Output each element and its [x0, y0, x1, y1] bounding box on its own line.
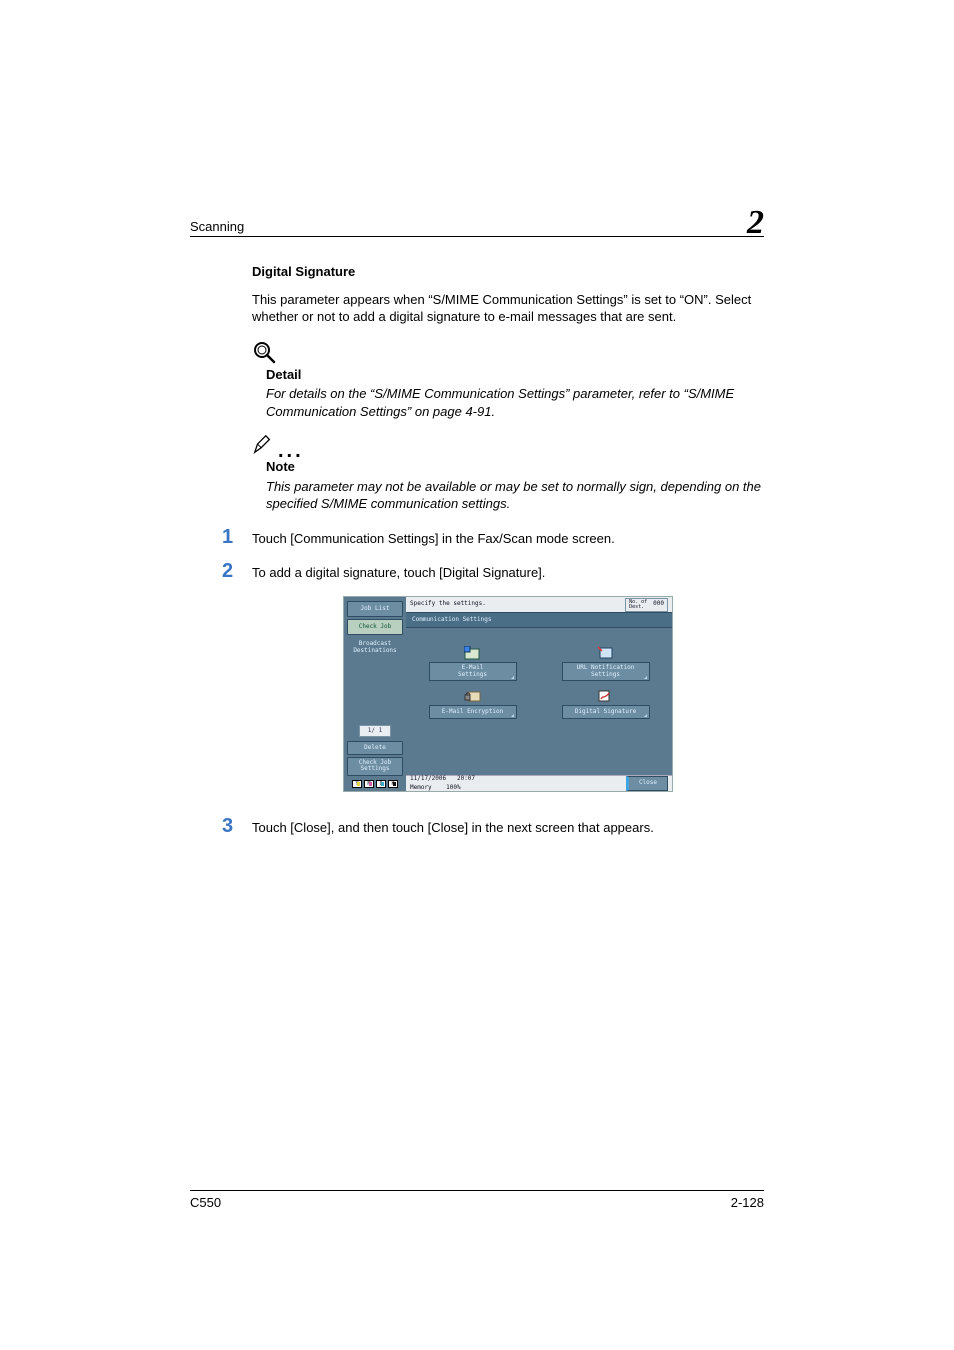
delete-button[interactable]: Delete	[347, 741, 403, 755]
panel-subtitle: Communication Settings	[406, 612, 672, 628]
model-name: C550	[190, 1195, 221, 1210]
toner-y-icon: Y	[352, 780, 362, 788]
note-body: This parameter may not be available or m…	[252, 478, 764, 513]
toner-m-icon: M	[364, 780, 374, 788]
url-notification-option: URL Notification Settings	[549, 646, 662, 681]
detail-callout: Detail For details on the “S/MIME Commun…	[252, 340, 764, 421]
section-name: Scanning	[190, 219, 244, 234]
digital-signature-icon	[597, 689, 615, 703]
job-list-button[interactable]: Job List	[347, 601, 403, 617]
step-text: To add a digital signature, touch [Digit…	[252, 561, 545, 582]
dest-label: No. of Dest.	[629, 600, 647, 610]
memory-label: Memory	[410, 784, 432, 791]
check-job-settings-button[interactable]: Check Job Settings	[347, 757, 403, 776]
step-number: 1	[222, 527, 252, 547]
chapter-number: 2	[747, 206, 764, 240]
email-encryption-option: E-Mail Encryption	[416, 689, 529, 719]
magnifier-icon	[252, 340, 276, 364]
dest-count: 000	[653, 600, 664, 608]
section-title: Digital Signature	[252, 263, 764, 281]
running-header: Scanning 2	[190, 200, 764, 237]
panel-time: 20:07	[457, 775, 475, 782]
digital-signature-button[interactable]: Digital Signature	[562, 705, 650, 719]
dest-count-box: No. of Dest. 000	[625, 598, 668, 612]
panel-left-column: Job List Check Job Broadcast Destination…	[344, 597, 406, 791]
page-indicator: 1/ 1	[359, 725, 391, 737]
email-encryption-icon	[464, 689, 482, 703]
memory-value: 100%	[446, 784, 460, 791]
email-settings-button[interactable]: E-Mail Settings	[429, 662, 517, 681]
step-1: 1 Touch [Communication Settings] in the …	[252, 527, 764, 548]
note-title: Note	[252, 458, 764, 476]
page-footer: C550 2-128	[190, 1190, 764, 1210]
detail-body: For details on the “S/MIME Communication…	[252, 385, 764, 420]
toner-c-icon: C	[376, 780, 386, 788]
step-3: 3 Touch [Close], and then touch [Close] …	[252, 816, 764, 837]
digital-signature-option: Digital Signature	[549, 689, 662, 719]
step-text: Touch [Close], and then touch [Close] in…	[252, 816, 654, 837]
step-number: 3	[222, 816, 252, 836]
close-button[interactable]: Close	[626, 776, 668, 790]
step-text: Touch [Communication Settings] in the Fa…	[252, 527, 615, 548]
step-2: 2 To add a digital signature, touch [Dig…	[252, 561, 764, 582]
instruction-text: Specify the settings.	[410, 600, 486, 608]
toner-k-icon: K	[388, 780, 398, 788]
panel-top-bar: Specify the settings. No. of Dest. 000	[406, 597, 672, 612]
email-encryption-button[interactable]: E-Mail Encryption	[429, 705, 517, 719]
pen-icon	[252, 434, 274, 456]
ellipsis-icon: ...	[278, 446, 304, 456]
email-settings-option: E-Mail Settings	[416, 646, 529, 681]
printer-panel-screenshot: Job List Check Job Broadcast Destination…	[343, 596, 673, 792]
check-job-button[interactable]: Check Job	[347, 619, 403, 635]
broadcast-destinations-label: Broadcast Destinations	[347, 641, 403, 654]
toner-levels: Y M C K	[347, 780, 403, 788]
url-notification-icon	[597, 646, 615, 660]
detail-title: Detail	[252, 366, 764, 384]
page-number: 2-128	[731, 1195, 764, 1210]
note-callout: ... Note This parameter may not be avail…	[252, 434, 764, 513]
panel-work-area: E-Mail Settings URL Notification Setting…	[406, 628, 672, 775]
url-notification-button[interactable]: URL Notification Settings	[562, 662, 650, 681]
panel-date: 11/17/2006	[410, 775, 446, 782]
email-settings-icon	[464, 646, 482, 660]
step-number: 2	[222, 561, 252, 581]
intro-paragraph: This parameter appears when “S/MIME Comm…	[252, 291, 764, 326]
panel-bottom-bar: 11/17/2006 20:07 Memory 100% Close	[406, 775, 672, 791]
